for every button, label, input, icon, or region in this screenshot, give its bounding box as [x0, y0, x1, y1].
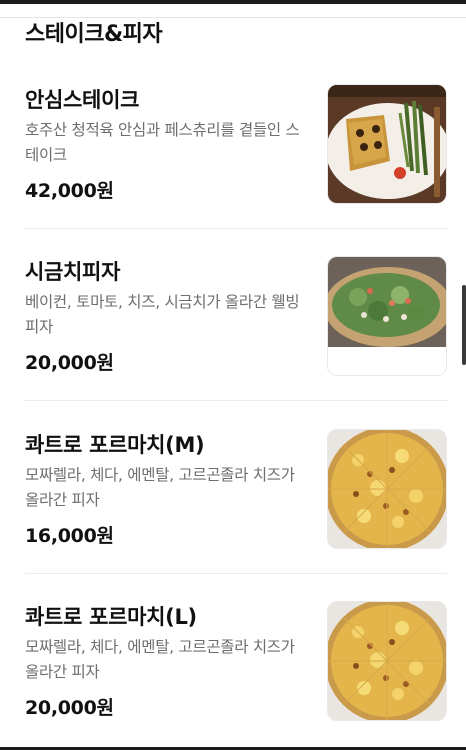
menu-item-name: 시금치피자 [25, 260, 121, 284]
menu-item-desc: 베이컨, 토마토, 치즈, 시금치가 올라간 웰빙 피자 [25, 293, 300, 336]
menu-item-steak[interactable]: 안심스테이크 호주산 청적육 안심과 페스츄리를 곁들인 스테이크 42,000… [25, 84, 447, 204]
item-divider [25, 400, 447, 401]
menu-item-quattro-l[interactable]: 콰트로 포르마치(L) 모짜렐라, 체다, 에멘탈, 고르곤졸라 치즈가 올라간… [25, 601, 447, 721]
menu-item-desc: 모짜렐라, 체다, 에멘탈, 고르곤졸라 치즈가 올라간 피자 [25, 638, 295, 681]
scrollbar[interactable] [462, 285, 466, 365]
item-divider [25, 573, 447, 574]
menu-item-name: 콰트로 포르마치(M) [25, 433, 205, 457]
menu-item-price: 42,000원 [25, 180, 114, 202]
menu-item-desc: 호주산 청적육 안심과 페스츄리를 곁들인 스테이크 [25, 121, 300, 164]
status-bar-edge [0, 0, 466, 4]
menu-item-name: 콰트로 포르마치(L) [25, 605, 197, 629]
menu-item-desc: 모짜렐라, 체다, 에멘탈, 고르곤졸라 치즈가 올라간 피자 [25, 466, 295, 509]
menu-item-photo[interactable] [327, 601, 447, 721]
menu-item-name: 안심스테이크 [25, 88, 140, 112]
item-divider [25, 228, 447, 229]
menu-item-quattro-m[interactable]: 콰트로 포르마치(M) 모짜렐라, 체다, 에멘탈, 고르곤졸라 치즈가 올라간… [25, 429, 447, 549]
menu-item-photo[interactable] [327, 256, 447, 376]
menu-item-photo[interactable] [327, 429, 447, 549]
menu-item-price: 20,000원 [25, 697, 114, 719]
menu-item-spinach-pizza[interactable]: 시금치피자 베이컨, 토마토, 치즈, 시금치가 올라간 웰빙 피자 20,00… [25, 256, 447, 376]
menu-item-price: 20,000원 [25, 352, 114, 374]
menu-item-price: 16,000원 [25, 525, 114, 547]
section-title: 스테이크&피자 [25, 22, 163, 47]
menu-item-photo[interactable] [327, 84, 447, 204]
